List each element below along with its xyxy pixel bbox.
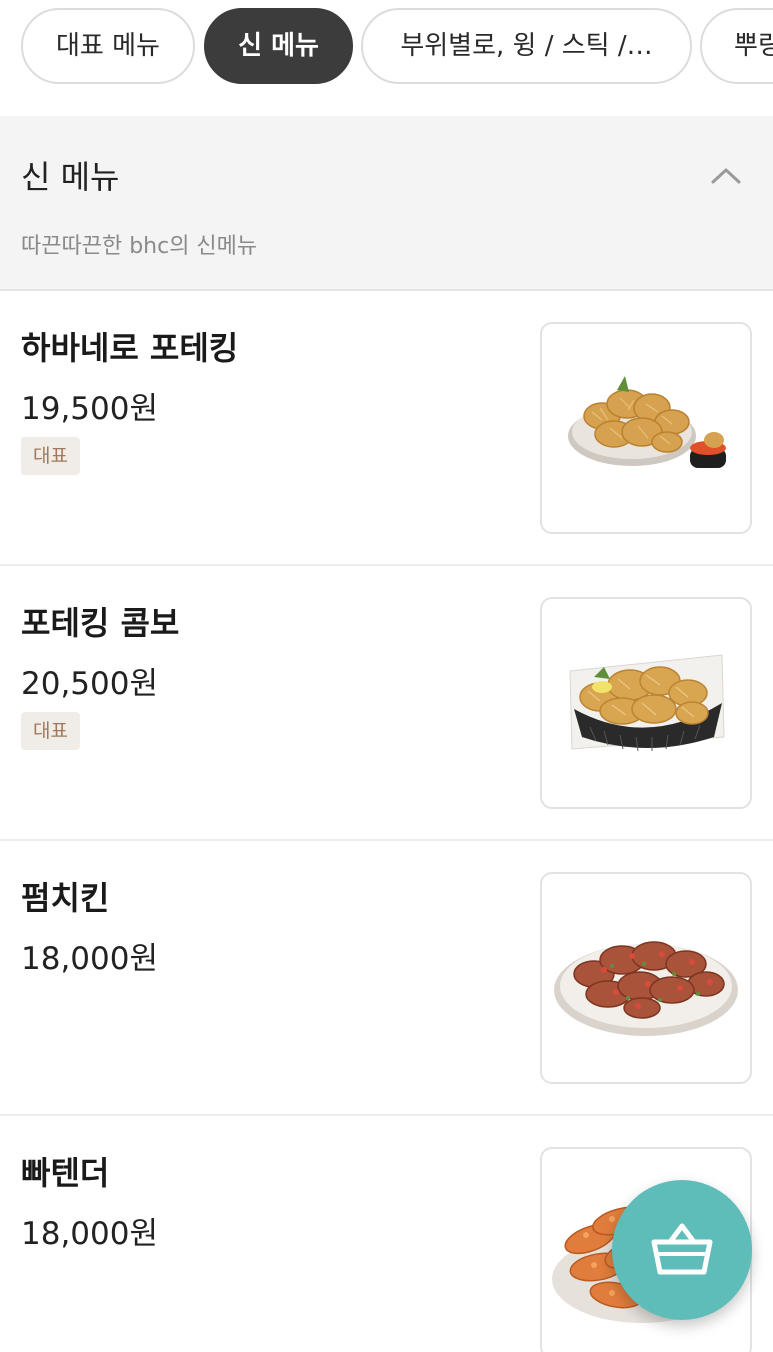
fried-chicken-plate-image (568, 376, 726, 468)
chevron-up-icon[interactable] (705, 160, 747, 190)
section-header[interactable]: 신 메뉴 따끈따끈한 bhc의 신메뉴 (0, 116, 773, 291)
menu-item-price: 18,000원 (21, 1216, 158, 1252)
menu-item-name: 펌치킨 (21, 879, 110, 917)
category-tabs: 대표 메뉴 신 메뉴 부위별로, 윙 / 스틱 /… 뿌링 (0, 0, 773, 116)
menu-item-pum-chicken[interactable]: 펌치킨 18,000원 (0, 841, 773, 1116)
menu-item-name: 빠텐더 (21, 1154, 110, 1192)
section-title: 신 메뉴 (21, 158, 120, 196)
representative-badge: 대표 (21, 712, 80, 750)
menu-item-poteking-combo[interactable]: 포테킹 콤보 20,500원 대표 (0, 566, 773, 841)
fried-chicken-basket-image (569, 654, 725, 752)
menu-item-habanero-poteking[interactable]: 하바네로 포테킹 19,500원 대표 (0, 291, 773, 566)
menu-item-image (540, 597, 752, 809)
menu-item-name: 포테킹 콤보 (21, 604, 180, 642)
menu-page: 대표 메뉴 신 메뉴 부위별로, 윙 / 스틱 /… 뿌링 신 메뉴 따끈따끈한… (0, 0, 773, 1352)
tab-representative-menu[interactable]: 대표 메뉴 (21, 8, 195, 84)
menu-item-image (540, 322, 752, 534)
menu-item-price: 20,500원 (21, 666, 158, 702)
menu-item-image (540, 872, 752, 1084)
section-description: 따끈따끈한 bhc의 신메뉴 (21, 234, 258, 259)
seasoned-chicken-plate-image (554, 941, 738, 1036)
cart-button[interactable] (612, 1180, 752, 1320)
tab-bburing[interactable]: 뿌링 (700, 8, 773, 84)
shopping-basket-icon (651, 1223, 713, 1275)
representative-badge: 대표 (21, 437, 80, 475)
menu-item-price: 19,500원 (21, 391, 158, 427)
tab-new-menu[interactable]: 신 메뉴 (204, 8, 353, 84)
menu-item-name: 하바네로 포테킹 (21, 329, 239, 367)
tab-by-parts[interactable]: 부위별로, 윙 / 스틱 /… (361, 8, 692, 84)
menu-item-price: 18,000원 (21, 941, 158, 977)
